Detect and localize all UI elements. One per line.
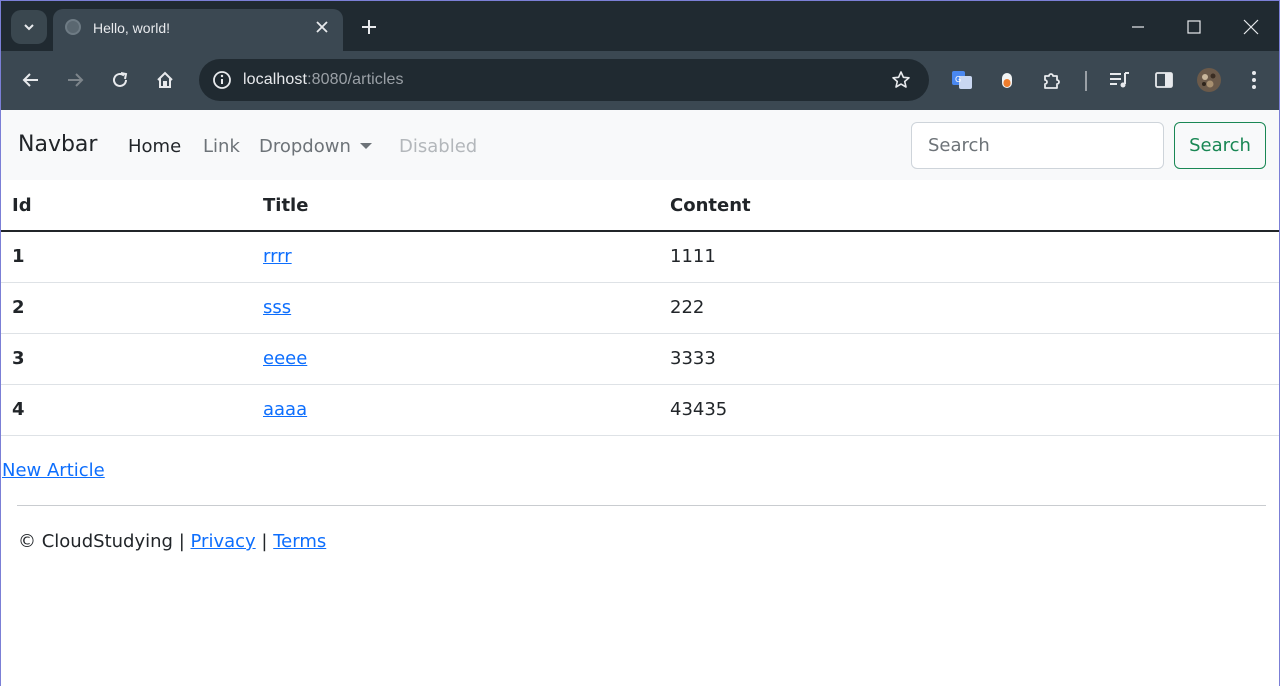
nav-dropdown-label: Dropdown bbox=[259, 136, 351, 157]
side-panel-icon bbox=[1155, 72, 1173, 88]
minimize-button[interactable] bbox=[1115, 9, 1161, 45]
terms-link[interactable]: Terms bbox=[273, 531, 326, 552]
cell-id: 2 bbox=[1, 282, 252, 334]
cell-content: 1111 bbox=[659, 231, 1279, 283]
url-text: localhost:8080/articles bbox=[243, 71, 404, 89]
column-header-title: Title bbox=[252, 180, 659, 232]
cell-id: 4 bbox=[1, 384, 252, 436]
browser-toolbar: localhost:8080/articles G bbox=[0, 51, 1280, 110]
cell-title: aaaa bbox=[252, 384, 659, 436]
tab-title: Hello, world! bbox=[93, 20, 171, 36]
cell-content: 3333 bbox=[659, 333, 1279, 385]
globe-icon bbox=[65, 19, 81, 35]
toolbar-divider bbox=[1085, 71, 1087, 91]
extension-badge-icon bbox=[1002, 73, 1012, 88]
caret-down-icon bbox=[359, 142, 372, 149]
footer-copyright: © CloudStudying bbox=[18, 531, 173, 552]
arrow-left-icon bbox=[22, 73, 38, 87]
tab-search-button[interactable] bbox=[11, 10, 47, 44]
cell-id: 1 bbox=[1, 231, 252, 283]
articles-table: Id Title Content 1 rrrr 1111 2 sss 222 3… bbox=[1, 180, 1279, 436]
translate-extension-button[interactable]: G bbox=[945, 63, 979, 97]
footer-separator: | bbox=[178, 531, 185, 552]
chevron-down-icon bbox=[24, 24, 34, 31]
nav-dropdown[interactable]: Dropdown bbox=[259, 136, 372, 157]
column-header-id: Id bbox=[1, 180, 252, 232]
table-row: 1 rrrr 1111 bbox=[1, 231, 1279, 283]
home-button[interactable] bbox=[148, 63, 182, 97]
info-icon[interactable] bbox=[209, 67, 235, 93]
cell-title: eeee bbox=[252, 333, 659, 385]
nav-link-link[interactable]: Link bbox=[203, 136, 240, 157]
navbar: Navbar Home Link Dropdown Disabled Searc… bbox=[1, 110, 1279, 180]
profile-avatar[interactable] bbox=[1192, 63, 1226, 97]
browser-tab[interactable]: Hello, world! bbox=[53, 9, 343, 53]
avatar-icon bbox=[1197, 68, 1221, 92]
plus-icon bbox=[362, 20, 376, 34]
url-path: :8080/articles bbox=[307, 71, 404, 88]
forward-button[interactable] bbox=[58, 63, 92, 97]
maximize-icon bbox=[1187, 20, 1201, 34]
cell-content: 43435 bbox=[659, 384, 1279, 436]
close-window-button[interactable] bbox=[1228, 9, 1274, 45]
close-icon[interactable] bbox=[311, 16, 333, 38]
translate-icon: G bbox=[952, 71, 972, 89]
footer-separator: | bbox=[261, 531, 268, 552]
privacy-link[interactable]: Privacy bbox=[191, 531, 256, 552]
back-button[interactable] bbox=[14, 63, 48, 97]
queue-music-icon bbox=[1110, 72, 1129, 88]
minimize-icon bbox=[1132, 26, 1144, 28]
url-host: localhost bbox=[243, 71, 308, 88]
extension-button[interactable] bbox=[990, 63, 1024, 97]
cell-content: 222 bbox=[659, 282, 1279, 334]
svg-text:G: G bbox=[955, 75, 961, 84]
address-bar[interactable]: localhost:8080/articles bbox=[199, 59, 929, 101]
more-vert-icon bbox=[1252, 71, 1256, 89]
arrow-right-icon bbox=[68, 73, 84, 87]
footer-divider bbox=[17, 505, 1266, 506]
browser-menu-button[interactable] bbox=[1237, 63, 1271, 97]
footer: © CloudStudying | Privacy | Terms bbox=[18, 531, 326, 552]
cell-title: rrrr bbox=[252, 231, 659, 283]
reload-button[interactable] bbox=[103, 63, 137, 97]
article-title-link[interactable]: aaaa bbox=[263, 399, 307, 420]
table-header-row: Id Title Content bbox=[1, 180, 1279, 232]
table-row: 4 aaaa 43435 bbox=[1, 384, 1279, 436]
search-input[interactable] bbox=[911, 122, 1164, 169]
article-title-link[interactable]: sss bbox=[263, 297, 291, 318]
side-panel-button[interactable] bbox=[1147, 63, 1181, 97]
cell-title: sss bbox=[252, 282, 659, 334]
search-button[interactable]: Search bbox=[1174, 122, 1266, 169]
media-controls-button[interactable] bbox=[1102, 63, 1136, 97]
nav-link-disabled: Disabled bbox=[399, 136, 478, 157]
new-tab-button[interactable] bbox=[357, 15, 381, 39]
close-icon bbox=[1243, 19, 1259, 35]
puzzle-icon bbox=[1044, 73, 1060, 89]
table-row: 2 sss 222 bbox=[1, 282, 1279, 334]
navbar-brand[interactable]: Navbar bbox=[18, 132, 97, 157]
article-title-link[interactable]: rrrr bbox=[263, 246, 292, 267]
new-article-link[interactable]: New Article bbox=[2, 460, 105, 481]
extensions-menu-button[interactable] bbox=[1035, 63, 1069, 97]
maximize-button[interactable] bbox=[1171, 9, 1217, 45]
column-header-content: Content bbox=[659, 180, 1279, 232]
article-title-link[interactable]: eeee bbox=[263, 348, 307, 369]
table-row: 3 eeee 3333 bbox=[1, 333, 1279, 385]
nav-link-home[interactable]: Home bbox=[128, 136, 181, 157]
home-icon bbox=[157, 71, 173, 88]
cell-id: 3 bbox=[1, 333, 252, 385]
browser-tabstrip: Hello, world! bbox=[0, 0, 1280, 53]
bookmark-star-icon[interactable] bbox=[889, 68, 913, 92]
reload-icon bbox=[113, 72, 128, 87]
